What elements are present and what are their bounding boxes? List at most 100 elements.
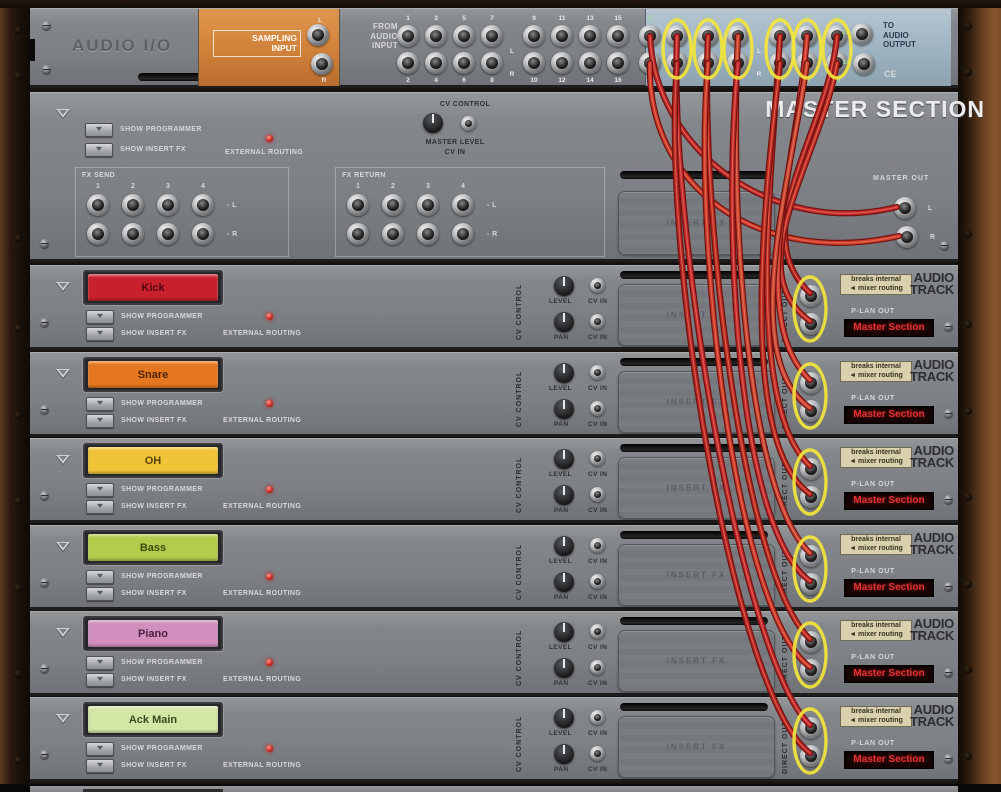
fx-return-jack[interactable]: [417, 194, 439, 216]
audio-output-jack[interactable]: [639, 25, 661, 47]
level-cv-in-jack[interactable]: [590, 624, 605, 639]
show-insert-fx-button[interactable]: [86, 327, 114, 341]
fold-arrow[interactable]: [56, 282, 70, 291]
audio-output-jack[interactable]: [769, 52, 791, 74]
track-tape-label[interactable]: Snare: [82, 356, 224, 393]
output-destination-display[interactable]: Master Section: [844, 492, 934, 510]
audio-output-jack[interactable]: [853, 53, 875, 75]
fx-send-jack[interactable]: [192, 223, 214, 245]
fold-arrow[interactable]: [56, 714, 70, 723]
master-level-cv-knob[interactable]: [423, 113, 443, 133]
level-cv-knob[interactable]: [554, 449, 574, 469]
level-cv-knob[interactable]: [554, 276, 574, 296]
show-insert-fx-button[interactable]: [86, 759, 114, 773]
fx-return-jack[interactable]: [452, 194, 474, 216]
level-cv-in-jack[interactable]: [590, 710, 605, 725]
pan-cv-in-jack[interactable]: [590, 487, 605, 502]
audio-input-jack[interactable]: [523, 25, 545, 47]
audio-output-jack[interactable]: [851, 23, 873, 45]
show-programmer-button[interactable]: [86, 483, 114, 497]
show-insert-fx-button[interactable]: [86, 414, 114, 428]
show-insert-fx-button[interactable]: [85, 143, 113, 157]
level-cv-knob[interactable]: [554, 708, 574, 728]
pan-cv-in-jack[interactable]: [590, 314, 605, 329]
audio-input-jack[interactable]: [551, 25, 573, 47]
sampling-input-l-jack[interactable]: [307, 24, 329, 46]
pan-cv-knob[interactable]: [554, 485, 574, 505]
show-programmer-button[interactable]: [86, 310, 114, 324]
direct-out-l-jack[interactable]: [800, 545, 822, 567]
direct-out-l-jack[interactable]: [800, 458, 822, 480]
track-tape-label[interactable]: Piano: [82, 615, 224, 652]
audio-input-jack[interactable]: [481, 52, 503, 74]
audio-output-jack[interactable]: [796, 25, 818, 47]
direct-out-l-jack[interactable]: [800, 285, 822, 307]
sampling-input-r-jack[interactable]: [311, 53, 333, 75]
level-cv-in-jack[interactable]: [590, 538, 605, 553]
audio-input-jack[interactable]: [481, 25, 503, 47]
fx-return-jack[interactable]: [417, 223, 439, 245]
pan-cv-knob[interactable]: [554, 312, 574, 332]
audio-input-jack[interactable]: [579, 25, 601, 47]
level-cv-in-jack[interactable]: [590, 278, 605, 293]
master-out-l-jack[interactable]: [894, 197, 916, 219]
audio-output-jack[interactable]: [796, 52, 818, 74]
show-insert-fx-button[interactable]: [86, 500, 114, 514]
audio-input-jack[interactable]: [425, 52, 447, 74]
fold-arrow[interactable]: [56, 369, 70, 378]
track-tape-label[interactable]: Bass: [82, 529, 224, 566]
audio-input-jack[interactable]: [397, 52, 419, 74]
fx-send-jack[interactable]: [122, 194, 144, 216]
fx-return-jack[interactable]: [347, 223, 369, 245]
pan-cv-in-jack[interactable]: [590, 746, 605, 761]
fx-send-jack[interactable]: [122, 223, 144, 245]
direct-out-r-jack[interactable]: [800, 313, 822, 335]
track-tape-label[interactable]: OH: [82, 442, 224, 479]
direct-out-r-jack[interactable]: [800, 486, 822, 508]
show-programmer-button[interactable]: [86, 656, 114, 670]
direct-out-r-jack[interactable]: [800, 745, 822, 767]
level-cv-knob[interactable]: [554, 363, 574, 383]
pan-cv-knob[interactable]: [554, 572, 574, 592]
direct-out-r-jack[interactable]: [800, 659, 822, 681]
direct-out-r-jack[interactable]: [800, 573, 822, 595]
audio-output-jack[interactable]: [666, 25, 688, 47]
master-level-cv-in-jack[interactable]: [461, 116, 476, 131]
show-programmer-button[interactable]: [85, 123, 113, 137]
output-destination-display[interactable]: Master Section: [844, 665, 934, 683]
audio-input-jack[interactable]: [453, 25, 475, 47]
audio-input-jack[interactable]: [397, 25, 419, 47]
audio-input-jack[interactable]: [607, 25, 629, 47]
direct-out-r-jack[interactable]: [800, 400, 822, 422]
fold-arrow[interactable]: [56, 628, 70, 637]
pan-cv-in-jack[interactable]: [590, 401, 605, 416]
master-out-r-jack[interactable]: [896, 226, 918, 248]
audio-output-jack[interactable]: [727, 52, 749, 74]
pan-cv-knob[interactable]: [554, 744, 574, 764]
fx-send-jack[interactable]: [157, 223, 179, 245]
output-destination-display[interactable]: Master Section: [844, 579, 934, 597]
pan-cv-in-jack[interactable]: [590, 574, 605, 589]
show-programmer-button[interactable]: [86, 397, 114, 411]
audio-output-jack[interactable]: [666, 52, 688, 74]
output-destination-display[interactable]: Master Section: [844, 406, 934, 424]
audio-input-jack[interactable]: [579, 52, 601, 74]
audio-input-jack[interactable]: [425, 25, 447, 47]
fx-return-jack[interactable]: [382, 223, 404, 245]
fx-send-jack[interactable]: [87, 223, 109, 245]
fx-send-jack[interactable]: [157, 194, 179, 216]
direct-out-l-jack[interactable]: [800, 717, 822, 739]
output-destination-display[interactable]: Master Section: [844, 751, 934, 769]
audio-output-jack[interactable]: [697, 25, 719, 47]
direct-out-l-jack[interactable]: [800, 372, 822, 394]
fx-send-jack[interactable]: [87, 194, 109, 216]
audio-output-jack[interactable]: [769, 25, 791, 47]
fold-arrow[interactable]: [56, 542, 70, 551]
output-destination-display[interactable]: Master Section: [844, 319, 934, 337]
audio-output-jack[interactable]: [697, 52, 719, 74]
audio-input-jack[interactable]: [453, 52, 475, 74]
level-cv-knob[interactable]: [554, 536, 574, 556]
level-cv-knob[interactable]: [554, 622, 574, 642]
audio-input-jack[interactable]: [607, 52, 629, 74]
audio-output-jack[interactable]: [639, 52, 661, 74]
